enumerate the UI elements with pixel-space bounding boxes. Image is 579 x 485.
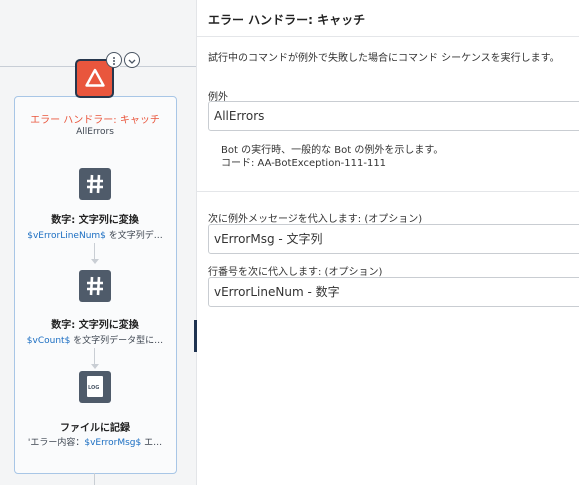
divider <box>197 191 579 192</box>
hash-icon <box>87 276 103 296</box>
panel-title: エラー ハンドラー: キャッチ <box>208 13 366 27</box>
variable-name: $vCount$ <box>26 336 71 346</box>
node-subtitle: 'エラー内容：$vErrorMsg$ エ… <box>14 435 176 448</box>
connector-line <box>0 66 78 67</box>
connector-arrow <box>91 364 99 369</box>
node-title[interactable]: 数字: 文字列に変換 <box>14 211 176 226</box>
triangle-icon <box>85 68 105 87</box>
action-description: 試行中のコマンドが例外で失敗した場合にコマンド シーケンスを実行します。 <box>208 53 560 64</box>
variable-name: $vErrorMsg$ <box>84 438 142 448</box>
number-to-string-node-icon[interactable] <box>79 270 111 302</box>
exception-code-line: コード: AA-BotException-111-111 <box>221 158 387 169</box>
log-file-icon: LOG <box>87 376 103 397</box>
node-subtitle-text: を文字列デ… <box>105 231 163 241</box>
node-subtitle-text: エ… <box>141 438 163 448</box>
node-subtitle: $vErrorLineNum$ を文字列デ… <box>14 228 176 241</box>
node-options-icon[interactable] <box>106 52 122 68</box>
number-to-string-node-icon[interactable] <box>79 168 111 200</box>
log-to-file-node-icon[interactable]: LOG <box>79 371 111 403</box>
properties-panel: エラー ハンドラー: キャッチ 試行中のコマンドが例外で失敗した場合にコマンド … <box>197 0 579 485</box>
hash-icon <box>87 174 103 194</box>
variable-name: $vErrorLineNum$ <box>27 231 106 241</box>
line-number-label: 行番号を次に代入します: (オプション) <box>208 267 383 278</box>
line-number-variable-select[interactable]: vErrorLineNum - 数字 <box>208 277 579 307</box>
error-message-label: 次に例外メッセージを代入します: (オプション) <box>208 214 423 225</box>
catch-node-subtitle: AllErrors <box>76 127 114 137</box>
flow-canvas: エラー ハンドラー: キャッチ AllErrors 数字: 文字列に変換 $vE… <box>0 0 196 485</box>
error-message-variable-select[interactable]: vErrorMsg - 文字列 <box>208 224 579 254</box>
divider <box>197 36 579 37</box>
catch-node-title[interactable]: エラー ハンドラー: キャッチ <box>14 111 176 126</box>
node-subtitle: $vCount$ を文字列データ型に… <box>14 333 176 346</box>
connector-arrow <box>91 259 99 264</box>
chevron-down-icon[interactable] <box>124 52 140 68</box>
node-title[interactable]: ファイルに記録 <box>14 419 176 434</box>
exception-dropdown[interactable]: AllErrors <box>208 101 579 131</box>
node-subtitle-text: を文字列データ型に… <box>70 336 164 346</box>
node-subtitle-prefix: 'エラー内容： <box>27 438 85 448</box>
connector-line <box>94 473 95 485</box>
node-title[interactable]: 数字: 文字列に変換 <box>14 316 176 331</box>
